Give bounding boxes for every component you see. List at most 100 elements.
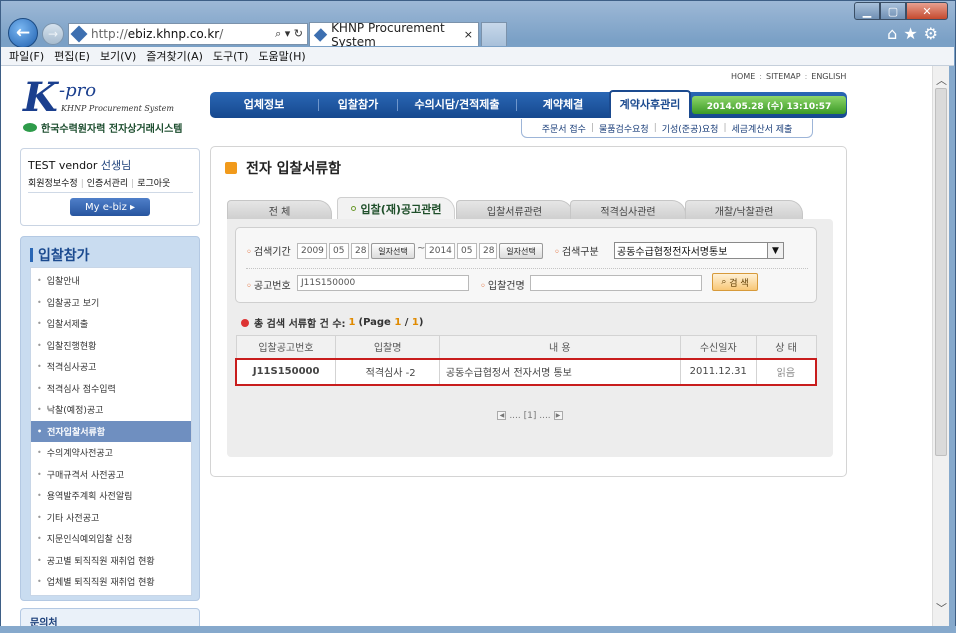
menu-view[interactable]: 보기(V) xyxy=(100,48,136,64)
page-viewport: K -pro KHNP Procurement System 한국수력원자력 전… xyxy=(1,66,932,626)
side-nav-item[interactable]: • 업체별 퇴직직원 재취업 현황 xyxy=(31,571,191,593)
address-controls-icon[interactable]: ⌕ ▾ ↻ xyxy=(275,27,303,41)
search-box: ◦ 검색기간 2009 05 28 일자선택 ~ 2014 05 28 일자선택 … xyxy=(235,227,817,303)
from-year-input[interactable]: 2009 xyxy=(297,243,327,259)
tab-notice[interactable]: 입찰(재)공고관련 xyxy=(337,197,455,219)
scroll-thumb[interactable] xyxy=(935,88,947,456)
inquiry-box[interactable]: 문의처 xyxy=(20,608,200,626)
new-tab-button[interactable] xyxy=(481,22,507,46)
nav-post-contract[interactable]: 계약사후관리 xyxy=(609,90,691,118)
bullet-icon: • xyxy=(37,319,42,329)
table-row[interactable]: J11S150000 적격심사 -2 공동수급협정서 전자서명 통보 2011.12.… xyxy=(235,357,817,386)
back-arrow-icon[interactable]: ← xyxy=(8,18,38,48)
table-header: 수신일자 xyxy=(679,335,757,359)
nav-bid-participation[interactable]: 입찰참가 xyxy=(319,92,397,118)
bullet-icon: • xyxy=(37,491,42,501)
side-nav-item[interactable]: • 공고별 퇴직직원 재취업 현황 xyxy=(31,550,191,572)
scroll-up-icon[interactable]: ︿ xyxy=(936,72,947,88)
table-cell[interactable]: 공동수급협정서 전자서명 통보 xyxy=(438,357,681,386)
company-name: 한국수력원자력 전자상거래시스템 xyxy=(23,120,182,135)
next-page-icon[interactable]: ▶ xyxy=(553,411,563,420)
sub-nav-inspection[interactable]: 물품검수요청 xyxy=(599,122,649,135)
close-icon[interactable]: ✕ xyxy=(906,2,948,20)
side-nav-item[interactable]: • 입찰공고 보기 xyxy=(31,292,191,314)
from-day-input[interactable]: 28 xyxy=(351,243,369,259)
search-button[interactable]: ⌕ 검 색 xyxy=(712,273,758,291)
nav-quote-submit[interactable]: 수의시담/견적제출 xyxy=(398,92,516,118)
side-nav-item[interactable]: • 적격심사 점수입력 xyxy=(31,378,191,400)
menu-tools[interactable]: 도구(T) xyxy=(213,48,249,64)
page-links[interactable]: .... [1] .... xyxy=(509,411,550,421)
to-month-input[interactable]: 05 xyxy=(457,243,477,259)
logo-pro: -pro xyxy=(59,80,97,101)
side-nav-item[interactable]: • 수의계약사전공고 xyxy=(31,442,191,464)
side-nav-item-label: 공고별 퇴직직원 재취업 현황 xyxy=(46,556,155,567)
tab-award[interactable]: 개찰/낙찰관련 xyxy=(685,200,803,219)
scroll-down-icon[interactable]: ﹀ xyxy=(936,600,947,616)
to-date-button[interactable]: 일자선택 xyxy=(499,243,543,259)
from-month-input[interactable]: 05 xyxy=(329,243,349,259)
tab-close-icon[interactable]: × xyxy=(464,28,473,41)
sitemap-link[interactable]: SITEMAP xyxy=(766,72,801,81)
menu-file[interactable]: 파일(F) xyxy=(9,48,44,64)
count-bullet-icon xyxy=(241,318,249,327)
prev-page-icon[interactable]: ◀ xyxy=(497,411,507,420)
english-link[interactable]: ENGLISH xyxy=(811,72,846,81)
side-nav-item-label: 수의계약사전공고 xyxy=(46,449,113,460)
maximize-icon[interactable]: ▢ xyxy=(880,2,906,20)
logo-k[interactable]: K xyxy=(23,74,58,121)
side-nav-item-label: 입찰진행현황 xyxy=(46,341,97,352)
from-date-button[interactable]: 일자선택 xyxy=(371,243,415,259)
my-ebiz-button[interactable]: My e-biz ▸ xyxy=(70,198,150,216)
bullet-icon: • xyxy=(37,276,42,286)
side-nav-item[interactable]: • 구매규격서 사전공고 xyxy=(31,464,191,486)
side-nav-item[interactable]: • 지문인식예외입찰 신청 xyxy=(31,528,191,550)
settings-gear-icon[interactable]: ⚙ xyxy=(924,24,944,43)
forward-arrow-icon[interactable]: → xyxy=(42,23,64,45)
side-nav-item[interactable]: • 입찰안내 xyxy=(31,270,191,292)
address-bar[interactable]: http://ebiz.khnp.co.kr/ ⌕ ▾ ↻ xyxy=(68,23,308,45)
main-content: 전자 입찰서류함 전 체 입찰(재)공고관련 입찰서류관련 적격심사관련 개찰/… xyxy=(210,146,847,477)
side-nav-item[interactable]: • 기타 사전공고 xyxy=(31,507,191,529)
bid-name-input[interactable] xyxy=(530,275,702,291)
logout-link[interactable]: 로그아웃 xyxy=(137,179,170,189)
side-nav-item[interactable]: • 입찰진행현황 xyxy=(31,335,191,357)
side-nav-item[interactable]: • 낙찰(예정)공고 xyxy=(31,399,191,421)
bullet-icon: • xyxy=(37,448,42,458)
certificate-link[interactable]: 인증서관리 xyxy=(87,179,128,189)
sub-nav-tax-invoice[interactable]: 세금계산서 제출 xyxy=(731,122,792,135)
side-nav-item[interactable]: • 입찰서제출 xyxy=(31,313,191,335)
user-name: TEST vendor 선생님 xyxy=(28,159,132,172)
menu-edit[interactable]: 편집(E) xyxy=(54,48,90,64)
nav-contract[interactable]: 계약체결 xyxy=(517,92,609,118)
browser-tab-active[interactable]: KHNP Procurement System × xyxy=(309,21,479,49)
side-nav-item-label: 전자입찰서류함 xyxy=(47,427,106,438)
bullet-icon: • xyxy=(37,362,42,372)
menu-help[interactable]: 도움말(H) xyxy=(258,48,305,64)
table-cell: J11S150000 xyxy=(235,357,337,386)
edit-profile-link[interactable]: 회원정보수정 xyxy=(28,179,78,189)
to-year-input[interactable]: 2014 xyxy=(425,243,455,259)
sub-nav-order[interactable]: 주문서 접수 xyxy=(542,122,586,135)
tab-all[interactable]: 전 체 xyxy=(227,200,332,219)
type-select[interactable]: 공동수급협정전자서명통보 ▼ xyxy=(614,242,784,259)
side-nav-item[interactable]: • 전자입찰서류함 xyxy=(31,420,191,442)
side-nav-item-label: 입찰서제출 xyxy=(46,320,89,331)
nav-company-info[interactable]: 업체정보 xyxy=(210,92,318,118)
side-nav-item[interactable]: • 적격심사공고 xyxy=(31,356,191,378)
notice-label: ◦ 공고번호 xyxy=(246,281,291,292)
tab-documents[interactable]: 입찰서류관련 xyxy=(456,200,573,219)
chevron-down-icon[interactable]: ▼ xyxy=(767,243,783,258)
home-icon[interactable]: ⌂ xyxy=(887,24,903,43)
home-link[interactable]: HOME xyxy=(731,72,755,81)
minimize-icon[interactable]: ▁ xyxy=(854,2,880,20)
vertical-scrollbar[interactable]: ︿ ﹀ xyxy=(932,66,949,626)
notice-number-input[interactable]: J11S150000 xyxy=(297,275,469,291)
menu-favorites[interactable]: 즐겨찾기(A) xyxy=(146,48,203,64)
bullet-icon: • xyxy=(37,534,42,544)
to-day-input[interactable]: 28 xyxy=(479,243,497,259)
favorites-star-icon[interactable]: ★ xyxy=(903,24,923,43)
tab-qualification[interactable]: 적격심사관련 xyxy=(570,200,686,219)
sub-nav-progress[interactable]: 기성(준공)요청 xyxy=(662,122,719,135)
side-nav-item[interactable]: • 용역발주계획 사전알림 xyxy=(31,485,191,507)
